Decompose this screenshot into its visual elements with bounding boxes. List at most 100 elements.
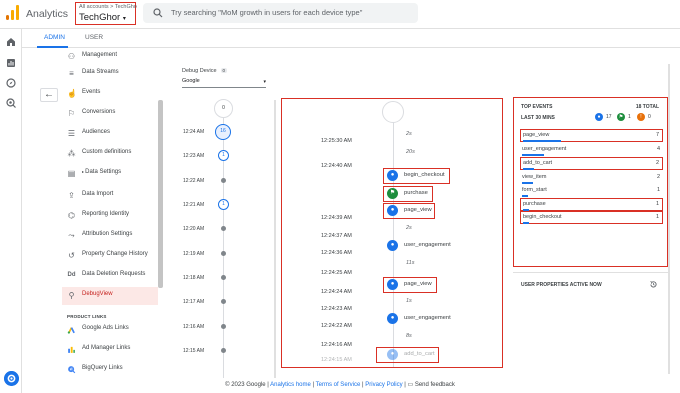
attribution-icon: ⤳ (68, 231, 75, 240)
event-time: 12:24:24 AM (321, 289, 352, 295)
user-badge-icon: ● (595, 113, 603, 121)
sidebar-item-custom-definitions[interactable]: ⁂ Custom definitions (62, 145, 158, 163)
top-event-row[interactable]: page_view 7 (520, 129, 663, 142)
sidebar-item-attribution-settings[interactable]: ⤳ Attribution Settings (62, 227, 158, 245)
timeline-scrollbar[interactable] (274, 100, 276, 378)
sidebar-item-conversions[interactable]: ⚐ Conversions (62, 105, 158, 123)
event-time: 12:24:39 AM (321, 215, 352, 221)
identity-icon: ⌬ (68, 211, 75, 220)
sidebar-item-data-streams[interactable]: ≡ Data Streams (62, 65, 158, 83)
minute-row[interactable]: 12:19 AM (175, 248, 270, 260)
google-ads-icon (67, 327, 75, 334)
minutes-timeline-line (223, 105, 224, 378)
user-icon: ● (387, 313, 398, 324)
top-event-row[interactable]: form_start 1 (520, 185, 663, 198)
user-icon: ● (387, 205, 398, 216)
event-time: 12:24:15 AM (321, 357, 352, 363)
sidebar-item-debugview[interactable]: ⚲ DebugView (62, 287, 158, 305)
user-properties-card: USER PROPERTIES ACTIVE NOW (513, 272, 668, 372)
minute-row[interactable]: 12:16 AM (175, 321, 270, 333)
conversion-badge-icon: ⚑ (617, 113, 625, 121)
debug-device-value: Google (182, 78, 200, 84)
feedback-icon: ▭ (407, 382, 414, 388)
top-event-row[interactable]: begin_checkout 1 (520, 211, 663, 224)
sidebar-item-ad-manager-links[interactable]: Ad Manager Links (62, 341, 158, 359)
sidebar-item-audiences[interactable]: ☰ Audiences (62, 125, 158, 143)
admin-sidebar: ⚇ Management ≡ Data Streams ☝ Events ⚐ Conve… (62, 48, 164, 378)
minutes-top-counter[interactable]: 0 (214, 99, 233, 118)
footer-link-analytics-home[interactable]: Analytics home (270, 382, 311, 388)
sidebar-item-property-change-history[interactable]: ↺ Property Change History (62, 247, 158, 265)
minute-count-badge: 16 (215, 124, 231, 140)
sidebar-item-data-import[interactable]: ⇪ Data Import (62, 187, 158, 205)
sidebar-item-data-settings[interactable]: ▤ ▸ Data Settings (62, 165, 158, 183)
sidebar-item-data-deletion-requests[interactable]: Dd Data Deletion Requests (62, 267, 158, 285)
top-bar: Analytics All accounts > TechGho TechGho… (0, 0, 680, 29)
debug-icon: ⚲ (68, 291, 75, 300)
debug-device-selector: Debug Device 0 Google ▾ (182, 68, 266, 88)
search-input[interactable]: Try searching "MoM growth in users for e… (143, 3, 418, 23)
advertising-icon[interactable] (5, 97, 17, 109)
sidebar-scrollbar[interactable] (158, 100, 163, 288)
event-time: 12:24:23 AM (321, 306, 352, 312)
account-breadcrumb: All accounts > TechGho (79, 4, 137, 10)
sidebar-item-bigquery-links[interactable]: BigQuery Links (62, 361, 158, 379)
footer-link-privacy[interactable]: Privacy Policy (365, 382, 402, 388)
debug-device-dropdown[interactable]: Google ▾ (182, 78, 266, 88)
account-name: TechGhor ▾ (79, 12, 126, 23)
minute-row[interactable]: 12:15 AM (175, 345, 270, 357)
minute-row[interactable]: 12:24 AM 16 (175, 124, 270, 140)
sidebar-item-management[interactable]: ⚇ Management (62, 48, 158, 66)
top-events-card: TOP EVENTS 18 TOTAL LAST 30 MINS ● 17 ⚑ 1 … (513, 97, 668, 267)
minute-dot (221, 251, 226, 256)
sidebar-item-events[interactable]: ☝ Events (62, 85, 158, 103)
event-gap: 8s (406, 333, 412, 339)
flag-icon: ⚐ (67, 109, 76, 118)
event-time: 12:24:22 AM (321, 323, 352, 329)
minute-dot (221, 226, 226, 231)
event-stream-top-marker (382, 101, 404, 123)
footer-link-terms[interactable]: Terms of Service (316, 382, 361, 388)
bigquery-icon (68, 366, 76, 374)
top-event-row[interactable]: add_to_cart 2 (520, 157, 663, 170)
minute-dot (221, 178, 226, 183)
user-icon: ● (387, 279, 398, 290)
event-time: 12:24:37 AM (321, 233, 352, 239)
minute-row[interactable]: 12:21 AM 1 (175, 199, 270, 211)
footer: © 2023 Google | Analytics home | Terms o… (225, 382, 455, 388)
account-picker[interactable]: All accounts > TechGho TechGhor ▾ (75, 2, 137, 25)
minute-row[interactable]: 12:17 AM (175, 296, 270, 308)
minute-row[interactable]: 12:20 AM (175, 223, 270, 235)
app-title: Analytics (26, 8, 69, 20)
top-event-row[interactable]: user_engagement 4 (520, 144, 663, 157)
tab-admin[interactable]: ADMIN (44, 34, 65, 41)
conversion-flag-icon: ⚑ (387, 188, 398, 199)
top-events-total: 18 TOTAL (635, 104, 659, 110)
event-bar (522, 154, 544, 156)
footer-copyright: © 2023 Google | (225, 382, 269, 388)
reports-icon[interactable] (5, 57, 17, 69)
user-icon: ● (387, 240, 398, 251)
event-bar (522, 182, 533, 184)
history-icon[interactable] (649, 280, 658, 289)
tab-user[interactable]: USER (85, 34, 103, 41)
page-scrollbar[interactable] (668, 64, 670, 374)
minute-row[interactable]: 12:22 AM (175, 175, 270, 187)
top-event-row[interactable]: view_item 2 (520, 172, 663, 185)
analytics-logo-icon[interactable] (6, 5, 20, 20)
top-events-subheading: LAST 30 MINS (521, 115, 555, 121)
minute-row[interactable]: 12:23 AM 1 (175, 150, 270, 162)
explore-icon[interactable] (5, 77, 17, 89)
home-icon[interactable] (5, 36, 17, 48)
event-time: 12:24:25 AM (321, 270, 352, 276)
top-event-row[interactable]: purchase 1 (520, 198, 663, 211)
footer-send-feedback[interactable]: Send feedback (415, 382, 455, 388)
sidebar-item-reporting-identity[interactable]: ⌬ Reporting Identity (62, 207, 158, 225)
minute-row[interactable]: 12:18 AM (175, 272, 270, 284)
event-gap: 2s (406, 131, 412, 137)
sidebar-item-google-ads-links[interactable]: Google Ads Links (62, 321, 158, 339)
back-arrow-icon[interactable]: ← (40, 88, 58, 102)
history-icon: ↺ (68, 251, 75, 260)
minute-dot (221, 275, 226, 280)
debug-device-label: Debug Device (182, 68, 217, 74)
